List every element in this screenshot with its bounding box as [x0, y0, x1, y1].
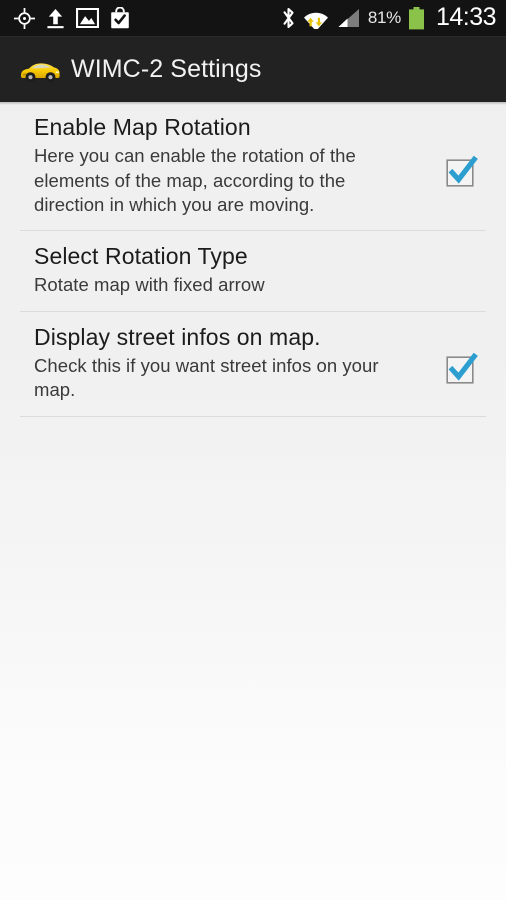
- cellular-signal-icon: [336, 8, 361, 29]
- phone-screen: 81% 14:33 WIMC-2 Settings Enable Map Rot…: [0, 0, 506, 900]
- preference-text: Select Rotation Type Rotate map with fix…: [34, 243, 488, 298]
- checkbox-checked-icon[interactable]: [446, 353, 478, 384]
- action-bar: WIMC-2 Settings: [0, 36, 506, 102]
- checkbox-checked-icon[interactable]: [446, 155, 478, 187]
- battery-icon: [408, 6, 425, 30]
- preference-widget[interactable]: [434, 353, 488, 384]
- sports-car-icon: [18, 55, 62, 85]
- preference-title: Select Rotation Type: [34, 243, 248, 270]
- preference-title: Display street infos on map.: [34, 323, 321, 350]
- preference-widget[interactable]: [434, 155, 488, 187]
- preference-summary: Here you can enable the rotation of the …: [34, 145, 356, 215]
- preference-summary: Rotate map with fixed arrow: [34, 274, 265, 296]
- preference-divider: [20, 415, 486, 417]
- preference-item-select-rotation-type[interactable]: Select Rotation Type Rotate map with fix…: [0, 231, 506, 311]
- status-bar-clock: 14:33: [435, 2, 497, 31]
- preference-text: Display street infos on map. Check this …: [34, 324, 434, 403]
- status-bar: 81% 14:33: [0, 0, 506, 36]
- preference-item-enable-map-rotation[interactable]: Enable Map Rotation Here you can enable …: [0, 102, 506, 230]
- wifi-icon: [303, 7, 329, 32]
- action-bar-title: WIMC-2 Settings: [71, 55, 262, 83]
- preference-title: Enable Map Rotation: [34, 114, 251, 140]
- preference-list: Enable Map Rotation Here you can enable …: [0, 102, 506, 417]
- play-store-bag-icon: [110, 6, 130, 29]
- preference-summary: Check this if you want street infos on y…: [34, 355, 379, 401]
- bluetooth-icon: [281, 7, 296, 29]
- image-gallery-icon: [75, 7, 100, 29]
- preference-text: Enable Map Rotation Here you can enable …: [34, 114, 434, 217]
- upload-icon: [46, 8, 65, 29]
- gps-location-icon: [14, 7, 35, 29]
- status-bar-left-icons: [14, 6, 130, 29]
- status-bar-right-icons: 81% 14:33: [281, 2, 497, 32]
- preference-item-display-street-infos[interactable]: Display street infos on map. Check this …: [0, 312, 506, 416]
- battery-percentage: 81%: [367, 8, 401, 27]
